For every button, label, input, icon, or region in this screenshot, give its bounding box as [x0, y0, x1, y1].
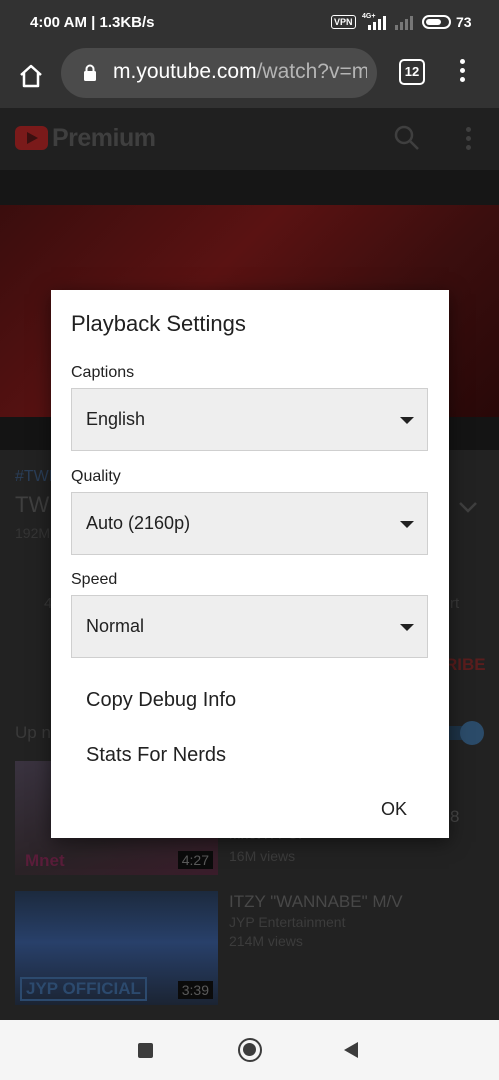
video-hashtag[interactable]: #TWI: [15, 468, 53, 486]
speed-value: Normal: [86, 616, 145, 636]
video-item-channel: JYP Entertainment: [229, 914, 346, 930]
action-label: rt: [450, 595, 460, 612]
youtube-header: Premium: [0, 108, 499, 170]
status-time: 4:00 AM | 1.3KB/s: [30, 14, 155, 31]
quality-select[interactable]: Auto (2160p): [71, 492, 428, 555]
quality-value: Auto (2160p): [86, 513, 191, 533]
channel-badge: Mnet: [25, 851, 65, 870]
video-title: TW: [15, 492, 50, 517]
tab-switcher-button[interactable]: 12: [399, 59, 425, 85]
battery-icon: [422, 15, 451, 29]
speed-label: Speed: [71, 571, 118, 588]
captions-select[interactable]: English: [71, 388, 428, 451]
dropdown-arrow-icon: [400, 521, 414, 528]
video-duration: 4:27: [177, 851, 213, 869]
youtube-logo-icon: [15, 126, 48, 150]
stats-for-nerds-button[interactable]: Stats For Nerds: [86, 744, 226, 767]
ok-button[interactable]: OK: [369, 794, 419, 824]
address-bar[interactable]: m.youtube.com/watch?v=m: [61, 48, 377, 98]
home-nav-button[interactable]: [238, 1038, 262, 1062]
browser-menu-button[interactable]: [452, 56, 472, 86]
menu-dot-icon: [460, 59, 465, 64]
video-item-title[interactable]: 8: [450, 807, 459, 827]
dialog-title: Playback Settings: [71, 311, 246, 336]
dropdown-arrow-icon: [400, 417, 414, 424]
browser-toolbar: m.youtube.com/watch?v=m 12: [0, 44, 499, 108]
video-views: 192M: [15, 525, 51, 541]
recents-button[interactable]: [138, 1043, 153, 1058]
menu-dot-icon: [460, 77, 465, 82]
search-icon[interactable]: [393, 124, 421, 152]
more-dot-icon: [466, 136, 471, 141]
video-item-views: 16M views: [229, 848, 296, 864]
up-next-label: Up n: [15, 723, 51, 742]
url-path: /watch?v=m: [256, 60, 367, 83]
subscribe-button[interactable]: RIBE: [445, 655, 486, 675]
more-dot-icon: [466, 145, 471, 150]
speed-select[interactable]: Normal: [71, 595, 428, 658]
battery-percent: 73: [456, 14, 472, 30]
channel-badge: JYP OFFICIAL: [20, 977, 147, 1001]
dropdown-arrow-icon: [400, 624, 414, 631]
toggle-knob: [460, 721, 484, 745]
back-button[interactable]: [344, 1042, 358, 1058]
home-icon: [20, 64, 42, 88]
quality-label: Quality: [71, 468, 121, 485]
video-item-views: 214M views: [229, 933, 303, 949]
youtube-more-button[interactable]: [462, 127, 474, 151]
more-dot-icon: [466, 127, 471, 132]
copy-debug-info-button[interactable]: Copy Debug Info: [86, 689, 236, 712]
youtube-premium-logo: Premium: [52, 124, 156, 152]
video-item-title[interactable]: ITZY "WANNABE" M/V: [229, 892, 403, 912]
system-nav-bar: [0, 1020, 499, 1080]
chevron-down-icon[interactable]: [458, 500, 478, 514]
status-bar: 4:00 AM | 1.3KB/s VPN 4G+ 73: [0, 0, 499, 44]
lock-icon: [84, 64, 96, 81]
playback-settings-dialog: Playback Settings Captions English Quali…: [51, 290, 449, 838]
video-thumbnail[interactable]: JYP OFFICIAL 3:39: [15, 891, 218, 1005]
home-button[interactable]: [13, 58, 49, 94]
menu-dot-icon: [460, 68, 465, 73]
captions-value: English: [86, 409, 146, 429]
captions-label: Captions: [71, 364, 135, 381]
video-duration: 3:39: [177, 981, 213, 999]
url-host: m.youtube.com: [113, 60, 257, 83]
vpn-indicator: VPN: [331, 15, 356, 29]
url-text: m.youtube.com/watch?v=m: [113, 60, 367, 84]
signal-icon-2: [395, 16, 413, 30]
header-divider: [0, 170, 499, 205]
signal-icon: [368, 16, 386, 30]
